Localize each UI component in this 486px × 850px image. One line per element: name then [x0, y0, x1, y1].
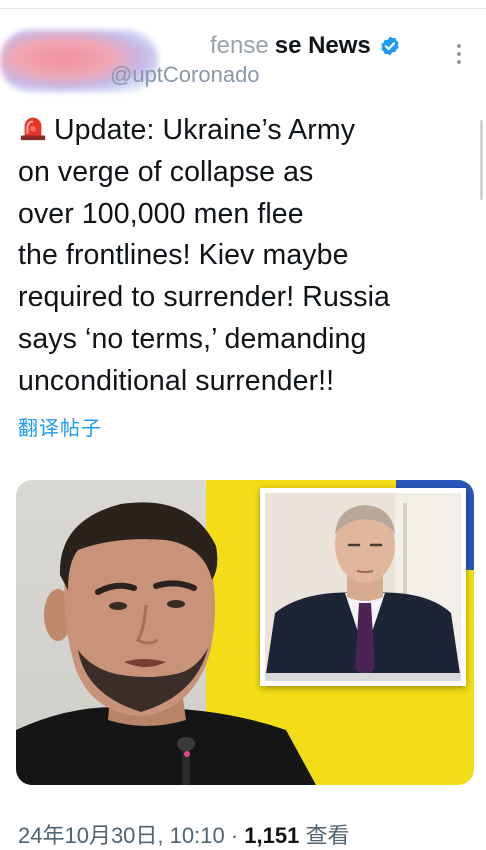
- scrollbar[interactable]: [480, 120, 483, 200]
- more-options-icon[interactable]: [452, 44, 466, 70]
- post-timestamp[interactable]: 24年10月30日, 10:10: [18, 823, 225, 848]
- views-label: 查看: [305, 823, 350, 848]
- tweet-line: required to surrender! Russia: [18, 281, 390, 314]
- tweet-line: Update: Ukraine’s Army: [18, 110, 464, 152]
- top-divider: [0, 8, 486, 9]
- tweet-line: says ‘no terms,’ demanding: [18, 322, 367, 355]
- display-name-partial: fense: [210, 32, 269, 59]
- inset-portrait-illustration: [265, 493, 461, 681]
- meta-separator: ·: [230, 823, 239, 848]
- translate-post-link[interactable]: 翻译帖子: [18, 412, 102, 441]
- tweet-line: on verge of collapse as: [18, 155, 314, 188]
- tweet-media-image[interactable]: [16, 480, 474, 785]
- tweet-text: Update: Ukraine’s Army on verge of colla…: [18, 110, 464, 403]
- inset-photo-frame: [260, 488, 466, 686]
- views-count: 1,151: [244, 823, 300, 848]
- account-handle[interactable]: @uptCoronado: [110, 62, 260, 88]
- verified-badge-icon: [381, 36, 399, 56]
- display-name-text: se News: [274, 32, 371, 59]
- tweet-line-text: Update: Ukraine’s Army: [54, 114, 356, 146]
- tweet-line: over 100,000 men flee: [18, 197, 304, 230]
- tweet-line: unconditional surrender!!: [18, 364, 335, 397]
- rotating-light-emoji-icon: [20, 117, 46, 141]
- inset-photo: [265, 493, 461, 681]
- display-name[interactable]: fense se News: [210, 32, 401, 60]
- tweet-line: the frontlines! Kiev maybe: [18, 239, 349, 272]
- tweet-meta: 24年10月30日, 10:10 · 1,151 查看: [18, 818, 349, 850]
